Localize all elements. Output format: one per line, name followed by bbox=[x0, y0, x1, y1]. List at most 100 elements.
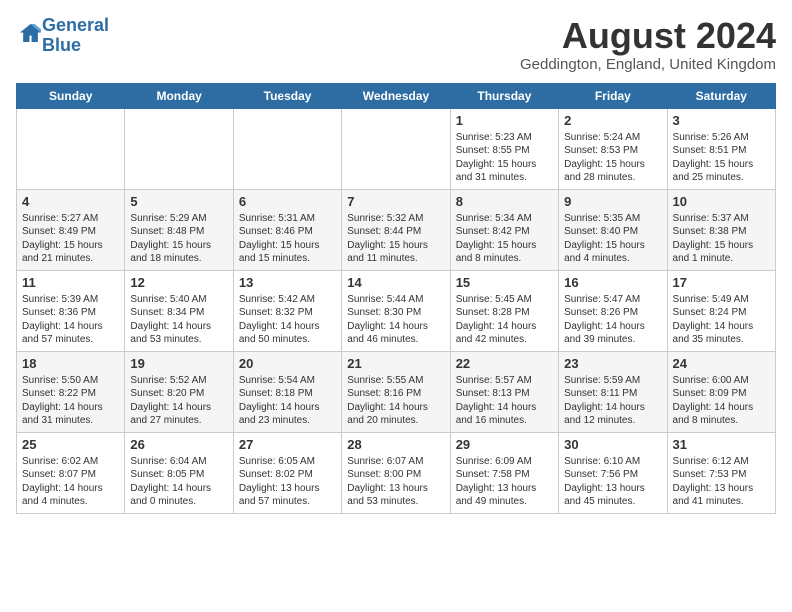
day-info: Sunrise: 5:31 AM Sunset: 8:46 PM Dayligh… bbox=[239, 212, 336, 266]
day-number: 31 bbox=[673, 437, 770, 452]
day-number: 22 bbox=[456, 356, 553, 371]
calendar-day-2: 2 Sunrise: 5:24 AM Sunset: 8:53 PM Daylig… bbox=[559, 108, 667, 189]
day-info: Sunrise: 5:23 AM Sunset: 8:55 PM Dayligh… bbox=[456, 131, 553, 185]
day-info: Sunrise: 5:42 AM Sunset: 8:32 PM Dayligh… bbox=[239, 293, 336, 347]
calendar-day-30: 30 Sunrise: 6:10 AM Sunset: 7:56 PM Dayli… bbox=[559, 432, 667, 513]
calendar-week-1: 1 Sunrise: 5:23 AM Sunset: 8:55 PM Daylig… bbox=[17, 108, 776, 189]
calendar-day-20: 20 Sunrise: 5:54 AM Sunset: 8:18 PM Dayli… bbox=[233, 351, 341, 432]
calendar-day-14: 14 Sunrise: 5:44 AM Sunset: 8:30 PM Dayli… bbox=[342, 270, 450, 351]
calendar-day-17: 17Sunrise: 5:49 AM Sunset: 8:24 PM Dayli… bbox=[667, 270, 775, 351]
day-number: 29 bbox=[456, 437, 553, 452]
logo-text: General Blue bbox=[42, 16, 109, 56]
day-info: Sunrise: 5:35 AM Sunset: 8:40 PM Dayligh… bbox=[564, 212, 661, 266]
day-info: Sunrise: 5:57 AM Sunset: 8:13 PM Dayligh… bbox=[456, 374, 553, 428]
day-info: Sunrise: 6:10 AM Sunset: 7:56 PM Dayligh… bbox=[564, 455, 661, 509]
day-number: 21 bbox=[347, 356, 444, 371]
day-number: 24 bbox=[673, 356, 770, 371]
calendar-day-10: 10Sunrise: 5:37 AM Sunset: 8:38 PM Dayli… bbox=[667, 189, 775, 270]
calendar-week-2: 4 Sunrise: 5:27 AM Sunset: 8:49 PM Daylig… bbox=[17, 189, 776, 270]
calendar-day-21: 21 Sunrise: 5:55 AM Sunset: 8:16 PM Dayli… bbox=[342, 351, 450, 432]
day-number: 1 bbox=[456, 113, 553, 128]
day-info: Sunrise: 5:40 AM Sunset: 8:34 PM Dayligh… bbox=[130, 293, 227, 347]
calendar-day-29: 29 Sunrise: 6:09 AM Sunset: 7:58 PM Dayli… bbox=[450, 432, 558, 513]
weekday-header-sunday: Sunday bbox=[17, 83, 125, 108]
day-number: 14 bbox=[347, 275, 444, 290]
weekday-header-tuesday: Tuesday bbox=[233, 83, 341, 108]
calendar-day-13: 13 Sunrise: 5:42 AM Sunset: 8:32 PM Dayli… bbox=[233, 270, 341, 351]
day-number: 9 bbox=[564, 194, 661, 209]
logo: General Blue bbox=[16, 16, 109, 56]
day-info: Sunrise: 6:02 AM Sunset: 8:07 PM Dayligh… bbox=[22, 455, 119, 509]
day-info: Sunrise: 6:07 AM Sunset: 8:00 PM Dayligh… bbox=[347, 455, 444, 509]
day-info: Sunrise: 5:24 AM Sunset: 8:53 PM Dayligh… bbox=[564, 131, 661, 185]
calendar-day-11: 11 Sunrise: 5:39 AM Sunset: 8:36 PM Dayli… bbox=[17, 270, 125, 351]
calendar-day-15: 15 Sunrise: 5:45 AM Sunset: 8:28 PM Dayli… bbox=[450, 270, 558, 351]
day-number: 30 bbox=[564, 437, 661, 452]
day-number: 28 bbox=[347, 437, 444, 452]
day-info: Sunrise: 5:27 AM Sunset: 8:49 PM Dayligh… bbox=[22, 212, 119, 266]
calendar-week-4: 18Sunrise: 5:50 AM Sunset: 8:22 PM Dayli… bbox=[17, 351, 776, 432]
day-info: Sunrise: 6:05 AM Sunset: 8:02 PM Dayligh… bbox=[239, 455, 336, 509]
calendar-day-18: 18Sunrise: 5:50 AM Sunset: 8:22 PM Dayli… bbox=[17, 351, 125, 432]
calendar-day-3: 3Sunrise: 5:26 AM Sunset: 8:51 PM Daylig… bbox=[667, 108, 775, 189]
calendar-day-23: 23 Sunrise: 5:59 AM Sunset: 8:11 PM Dayli… bbox=[559, 351, 667, 432]
calendar-day-9: 9 Sunrise: 5:35 AM Sunset: 8:40 PM Daylig… bbox=[559, 189, 667, 270]
calendar-day-7: 7Sunrise: 5:32 AM Sunset: 8:44 PM Daylig… bbox=[342, 189, 450, 270]
day-number: 12 bbox=[130, 275, 227, 290]
empty-cell bbox=[342, 108, 450, 189]
day-number: 8 bbox=[456, 194, 553, 209]
calendar-day-4: 4 Sunrise: 5:27 AM Sunset: 8:49 PM Daylig… bbox=[17, 189, 125, 270]
day-number: 6 bbox=[239, 194, 336, 209]
day-info: Sunrise: 5:52 AM Sunset: 8:20 PM Dayligh… bbox=[130, 374, 227, 428]
month-title: August 2024 bbox=[520, 16, 776, 56]
weekday-header-saturday: Saturday bbox=[667, 83, 775, 108]
calendar-day-28: 28 Sunrise: 6:07 AM Sunset: 8:00 PM Dayli… bbox=[342, 432, 450, 513]
calendar-day-6: 6 Sunrise: 5:31 AM Sunset: 8:46 PM Daylig… bbox=[233, 189, 341, 270]
day-number: 15 bbox=[456, 275, 553, 290]
page-header: General Blue August 2024 Geddington, Eng… bbox=[16, 16, 776, 73]
day-info: Sunrise: 5:45 AM Sunset: 8:28 PM Dayligh… bbox=[456, 293, 553, 347]
weekday-header-friday: Friday bbox=[559, 83, 667, 108]
day-number: 13 bbox=[239, 275, 336, 290]
weekday-header-row: SundayMondayTuesdayWednesdayThursdayFrid… bbox=[17, 83, 776, 108]
day-number: 2 bbox=[564, 113, 661, 128]
calendar-week-5: 25 Sunrise: 6:02 AM Sunset: 8:07 PM Dayli… bbox=[17, 432, 776, 513]
day-info: Sunrise: 6:12 AM Sunset: 7:53 PM Dayligh… bbox=[673, 455, 770, 509]
calendar-day-26: 26 Sunrise: 6:04 AM Sunset: 8:05 PM Dayli… bbox=[125, 432, 233, 513]
day-number: 25 bbox=[22, 437, 119, 452]
day-number: 11 bbox=[22, 275, 119, 290]
day-number: 26 bbox=[130, 437, 227, 452]
day-info: Sunrise: 5:59 AM Sunset: 8:11 PM Dayligh… bbox=[564, 374, 661, 428]
day-number: 5 bbox=[130, 194, 227, 209]
calendar-day-16: 16 Sunrise: 5:47 AM Sunset: 8:26 PM Dayli… bbox=[559, 270, 667, 351]
day-info: Sunrise: 5:55 AM Sunset: 8:16 PM Dayligh… bbox=[347, 374, 444, 428]
empty-cell bbox=[17, 108, 125, 189]
day-number: 23 bbox=[564, 356, 661, 371]
calendar-day-5: 5Sunrise: 5:29 AM Sunset: 8:48 PM Daylig… bbox=[125, 189, 233, 270]
day-info: Sunrise: 5:54 AM Sunset: 8:18 PM Dayligh… bbox=[239, 374, 336, 428]
location: Geddington, England, United Kingdom bbox=[520, 56, 776, 73]
calendar-day-19: 19 Sunrise: 5:52 AM Sunset: 8:20 PM Dayli… bbox=[125, 351, 233, 432]
day-info: Sunrise: 6:04 AM Sunset: 8:05 PM Dayligh… bbox=[130, 455, 227, 509]
day-info: Sunrise: 6:00 AM Sunset: 8:09 PM Dayligh… bbox=[673, 374, 770, 428]
day-info: Sunrise: 5:47 AM Sunset: 8:26 PM Dayligh… bbox=[564, 293, 661, 347]
day-number: 19 bbox=[130, 356, 227, 371]
empty-cell bbox=[233, 108, 341, 189]
day-number: 18 bbox=[22, 356, 119, 371]
calendar-day-8: 8Sunrise: 5:34 AM Sunset: 8:42 PM Daylig… bbox=[450, 189, 558, 270]
empty-cell bbox=[125, 108, 233, 189]
day-number: 4 bbox=[22, 194, 119, 209]
weekday-header-thursday: Thursday bbox=[450, 83, 558, 108]
day-info: Sunrise: 5:39 AM Sunset: 8:36 PM Dayligh… bbox=[22, 293, 119, 347]
day-number: 27 bbox=[239, 437, 336, 452]
day-number: 7 bbox=[347, 194, 444, 209]
calendar-day-27: 27 Sunrise: 6:05 AM Sunset: 8:02 PM Dayli… bbox=[233, 432, 341, 513]
day-number: 20 bbox=[239, 356, 336, 371]
calendar-week-3: 11 Sunrise: 5:39 AM Sunset: 8:36 PM Dayli… bbox=[17, 270, 776, 351]
day-info: Sunrise: 5:44 AM Sunset: 8:30 PM Dayligh… bbox=[347, 293, 444, 347]
day-info: Sunrise: 5:49 AM Sunset: 8:24 PM Dayligh… bbox=[673, 293, 770, 347]
calendar-day-1: 1 Sunrise: 5:23 AM Sunset: 8:55 PM Daylig… bbox=[450, 108, 558, 189]
day-info: Sunrise: 6:09 AM Sunset: 7:58 PM Dayligh… bbox=[456, 455, 553, 509]
day-number: 16 bbox=[564, 275, 661, 290]
day-info: Sunrise: 5:37 AM Sunset: 8:38 PM Dayligh… bbox=[673, 212, 770, 266]
